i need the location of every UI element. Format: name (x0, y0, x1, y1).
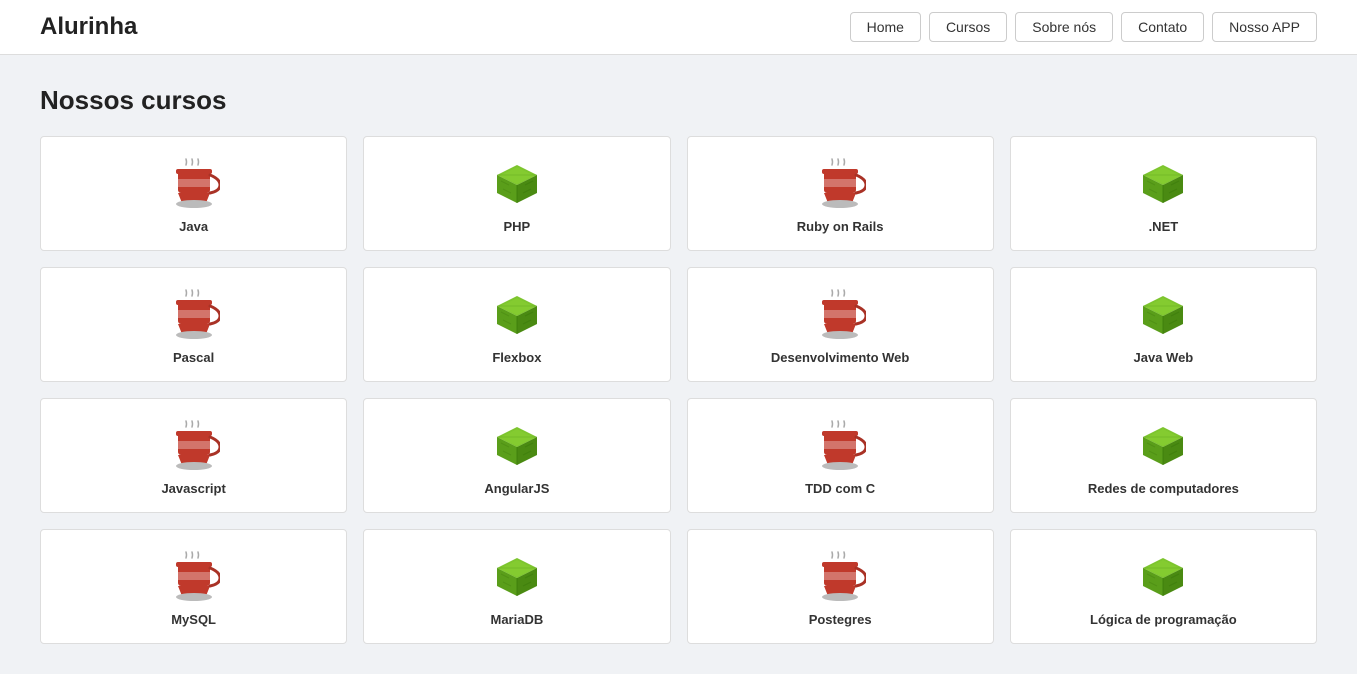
course-label-tdd: TDD com C (805, 481, 875, 496)
site-header: Alurinha Home Cursos Sobre nós Contato Nosso… (0, 0, 1357, 55)
section-title: Nossos cursos (40, 85, 1317, 116)
course-label-postgres: Postegres (809, 612, 872, 627)
cube-icon (491, 550, 543, 602)
course-card-dotnet[interactable]: .NET (1010, 136, 1317, 251)
coffee-icon (168, 157, 220, 209)
course-card-pascal[interactable]: Pascal (40, 267, 347, 382)
coffee-icon (168, 550, 220, 602)
cube-icon (491, 419, 543, 471)
coffee-icon (814, 288, 866, 340)
nav-home-button[interactable]: Home (850, 12, 921, 42)
course-label-php: PHP (504, 219, 531, 234)
course-label-angularjs: AngularJS (484, 481, 549, 496)
course-card-mysql[interactable]: MySQL (40, 529, 347, 644)
nav-app-button[interactable]: Nosso APP (1212, 12, 1317, 42)
cube-icon (1137, 157, 1189, 209)
main-nav: Home Cursos Sobre nós Contato Nosso APP (850, 12, 1317, 42)
course-label-redes: Redes de computadores (1088, 481, 1239, 496)
course-card-tdd[interactable]: TDD com C (687, 398, 994, 513)
course-label-mariadb: MariaDB (491, 612, 544, 627)
course-card-javascript[interactable]: Javascript (40, 398, 347, 513)
coffee-icon (168, 419, 220, 471)
cube-icon (491, 288, 543, 340)
course-card-postgres[interactable]: Postegres (687, 529, 994, 644)
coffee-icon (168, 288, 220, 340)
course-card-angularjs[interactable]: AngularJS (363, 398, 670, 513)
course-card-logica[interactable]: Lógica de programação (1010, 529, 1317, 644)
site-title: Alurinha (40, 13, 137, 41)
nav-cursos-button[interactable]: Cursos (929, 12, 1007, 42)
nav-sobre-button[interactable]: Sobre nós (1015, 12, 1113, 42)
course-label-logica: Lógica de programação (1090, 612, 1237, 627)
coffee-icon (814, 550, 866, 602)
cube-icon (491, 157, 543, 209)
course-label-javascript: Javascript (161, 481, 225, 496)
cube-icon (1137, 288, 1189, 340)
coffee-icon (814, 157, 866, 209)
course-card-mariadb[interactable]: MariaDB (363, 529, 670, 644)
course-card-flexbox[interactable]: Flexbox (363, 267, 670, 382)
course-label-dotnet: .NET (1149, 219, 1179, 234)
course-label-javaweb: Java Web (1134, 350, 1194, 365)
course-label-pascal: Pascal (173, 350, 214, 365)
courses-grid: Java PHP (40, 136, 1317, 644)
course-label-ruby: Ruby on Rails (797, 219, 884, 234)
course-card-javaweb[interactable]: Java Web (1010, 267, 1317, 382)
course-label-mysql: MySQL (171, 612, 216, 627)
nav-contato-button[interactable]: Contato (1121, 12, 1204, 42)
cube-icon (1137, 419, 1189, 471)
cube-icon (1137, 550, 1189, 602)
course-label-flexbox: Flexbox (492, 350, 541, 365)
coffee-icon (814, 419, 866, 471)
main-content: Nossos cursos Java (0, 55, 1357, 674)
course-card-devweb[interactable]: Desenvolvimento Web (687, 267, 994, 382)
course-card-php[interactable]: PHP (363, 136, 670, 251)
course-card-java[interactable]: Java (40, 136, 347, 251)
course-label-devweb: Desenvolvimento Web (771, 350, 909, 365)
course-label-java: Java (179, 219, 208, 234)
course-card-ruby[interactable]: Ruby on Rails (687, 136, 994, 251)
course-card-redes[interactable]: Redes de computadores (1010, 398, 1317, 513)
